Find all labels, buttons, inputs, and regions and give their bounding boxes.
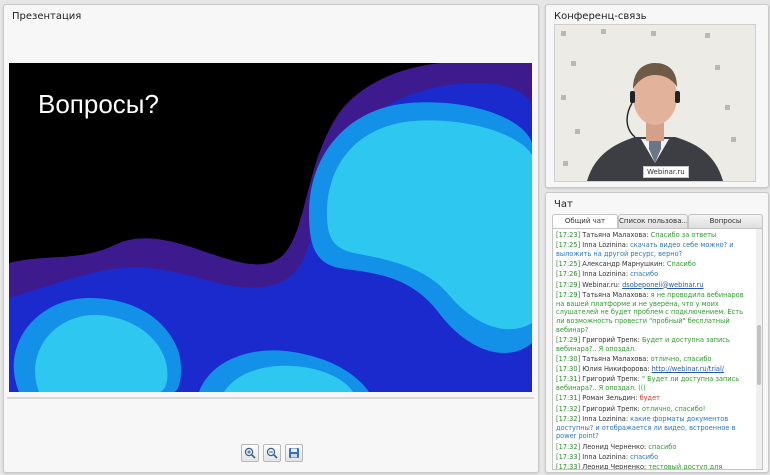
message-time: [17:33]	[556, 452, 581, 461]
message-author: Григорий Трепк:	[582, 336, 640, 345]
chat-message: [17:29] Татьяна Малахова: я не проводила…	[556, 291, 748, 335]
message-author: Inna Lozinina:	[582, 241, 629, 250]
chat-message: [17:25] Inna Lozinina: скачать видео себ…	[556, 241, 748, 259]
video-panel-title: Конференц-связь	[554, 11, 647, 22]
message-time: [17:30]	[556, 355, 581, 364]
message-time: [17:31]	[556, 375, 581, 384]
message-author: Юлия Никифорова:	[582, 365, 650, 374]
message-author: Леонид Черненко:	[582, 442, 647, 451]
presentation-toolbar	[241, 444, 303, 462]
message-author: Татьяна Малахова:	[582, 290, 649, 299]
zoom-in-icon	[244, 447, 256, 459]
message-author: Webinar.ru:	[582, 280, 621, 289]
message-text: Спасибо	[666, 260, 696, 269]
message-text: спасибо	[630, 452, 659, 461]
message-time: [17:32]	[556, 414, 581, 423]
message-text: отлично, спасибо	[650, 355, 712, 364]
presenter-video-image	[555, 25, 755, 181]
slide: Вопросы?	[9, 63, 532, 392]
chat-message: [17:32] Inna Lozinina: какие форматы док…	[556, 415, 748, 441]
message-author: Татьяна Малахова:	[582, 231, 649, 239]
chat-message: [17:32] Григорий Трепк: отлично, спасибо…	[556, 405, 748, 414]
zoom-out-icon	[266, 447, 278, 459]
message-time: [17:29]	[556, 290, 581, 299]
message-text: отлично, спасибо!	[642, 404, 706, 413]
video-feed[interactable]: Webinar.ru	[554, 24, 756, 182]
message-time: [17:26]	[556, 270, 581, 279]
zoom-in-button[interactable]	[241, 444, 259, 462]
message-time: [17:29]	[556, 280, 581, 289]
message-author: Inna Lozinina:	[582, 270, 629, 279]
save-icon	[289, 448, 299, 458]
chat-panel: Чат Общий чат Список пользова... Вопросы…	[545, 192, 769, 473]
presentation-title: Презентация	[12, 11, 82, 22]
message-author: Татьяна Малахова:	[582, 355, 649, 364]
chat-message: [17:30] Юлия Никифорова: http://webinar.…	[556, 365, 748, 374]
message-time: [17:23]	[556, 231, 581, 239]
slide-bottom-border	[7, 397, 534, 399]
message-text: спасибо	[648, 442, 677, 451]
message-author: Григорий Трепк:	[582, 375, 640, 384]
message-author: Григорий Трепк:	[582, 404, 640, 413]
message-time: [17:31]	[556, 394, 581, 403]
chat-message: [17:32] Леонид Черненко: спасибо	[556, 443, 748, 452]
chat-message: [17:29] Webinar.ru: dsobeponeli@webinar.…	[556, 281, 748, 290]
tab-general-chat[interactable]: Общий чат	[552, 214, 618, 228]
message-time: [17:32]	[556, 404, 581, 413]
message-time: [17:33]	[556, 462, 581, 470]
message-time: [17:25]	[556, 260, 581, 269]
chat-tabs: Общий чат Список пользова... Вопросы	[552, 214, 763, 228]
chat-messages[interactable]: [17:23] Татьяна Малахова: Спасибо за отв…	[552, 228, 763, 470]
message-time: [17:30]	[556, 365, 581, 374]
video-panel: Конференц-связь Webinar.ru	[545, 4, 769, 188]
chat-message-list: [17:23] Татьяна Малахова: Спасибо за отв…	[553, 231, 756, 470]
chat-message: [17:31] Григорий Трепк: " Будет ли досту…	[556, 375, 748, 393]
chat-message: [17:29] Григорий Трепк: Будет и доступна…	[556, 336, 748, 354]
chat-message: [17:25] Александр Марнушкин: Спасибо	[556, 260, 748, 269]
message-text: Спасибо за ответы	[650, 231, 717, 239]
chat-message: [17:23] Татьяна Малахова: Спасибо за отв…	[556, 231, 748, 240]
tab-questions[interactable]: Вопросы	[688, 214, 763, 228]
chat-scrollbar[interactable]	[756, 229, 762, 469]
slide-title: Вопросы?	[38, 89, 159, 119]
chat-title: Чат	[554, 199, 573, 210]
message-author: Inna Lozinina:	[582, 452, 629, 461]
chat-message: [17:33] Inna Lozinina: спасибо	[556, 453, 748, 462]
chat-message: [17:26] Inna Lozinina: спасибо	[556, 270, 748, 279]
chat-message: [17:30] Татьяна Малахова: отлично, спаси…	[556, 355, 748, 364]
message-text: будет	[639, 394, 661, 403]
message-time: [17:32]	[556, 442, 581, 451]
message-time: [17:25]	[556, 241, 581, 250]
message-author: Леонид Черненко:	[582, 462, 647, 470]
chat-message: [17:31] Роман Зельдин: будет	[556, 394, 748, 403]
message-link[interactable]: http://webinar.ru/trial/	[652, 365, 724, 373]
message-time: [17:29]	[556, 336, 581, 345]
message-link[interactable]: dsobeponeli@webinar.ru	[622, 281, 703, 289]
zoom-out-button[interactable]	[263, 444, 281, 462]
message-author: Роман Зельдин:	[582, 394, 638, 403]
chat-scrollbar-thumb[interactable]	[757, 325, 761, 385]
message-author: Александр Марнушкин:	[582, 260, 665, 269]
message-text: спасибо	[630, 270, 659, 279]
video-caption: Webinar.ru	[643, 166, 689, 178]
message-author: Inna Lozinina:	[582, 414, 629, 423]
tab-user-list[interactable]: Список пользова...	[618, 214, 688, 228]
save-button[interactable]	[285, 444, 303, 462]
presentation-panel: Презентация Вопросы?	[3, 4, 539, 473]
chat-message: [17:33] Леонид Черненко: тестовый доступ…	[556, 462, 748, 470]
